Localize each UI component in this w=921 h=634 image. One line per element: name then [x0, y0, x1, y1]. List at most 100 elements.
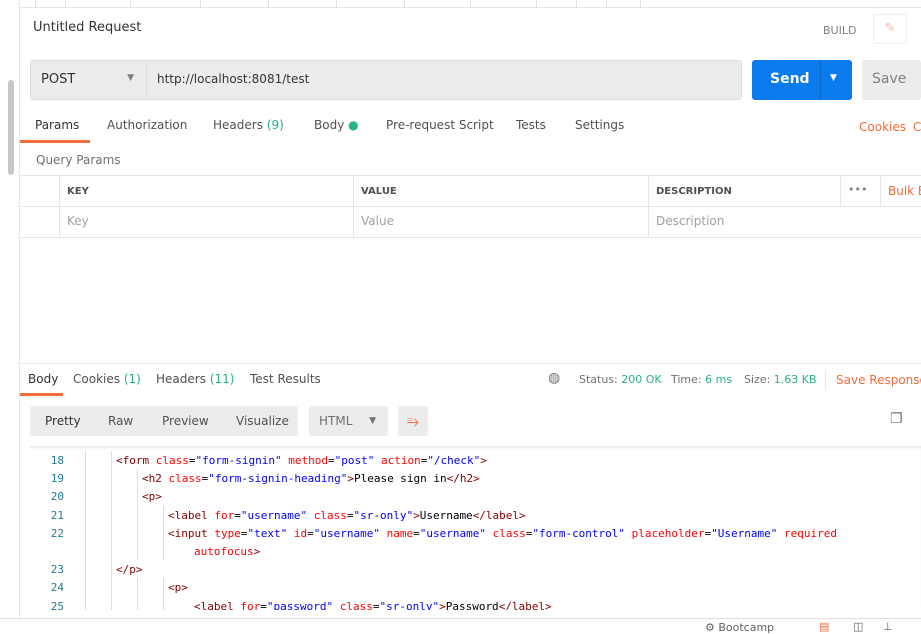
code-token: </p> — [116, 563, 143, 577]
pencil-icon[interactable]: ✎ — [873, 14, 907, 44]
code-token: > — [413, 508, 420, 522]
description-input[interactable]: Description — [648, 207, 921, 238]
indent-guide — [85, 560, 86, 579]
code-token: > — [347, 472, 354, 486]
code-token: class — [307, 508, 347, 522]
save-response-button[interactable]: Save Response — [836, 373, 921, 387]
pane-divider[interactable] — [20, 363, 921, 364]
indent-guide — [111, 505, 112, 524]
code-token: "text" — [247, 526, 288, 540]
indent-guide — [111, 451, 112, 470]
size-label: Size: — [744, 373, 771, 386]
indent-guide — [111, 596, 112, 610]
tab-tests[interactable]: Tests — [516, 118, 546, 132]
code-token: "password" — [266, 599, 334, 610]
table-row: Key Value Description — [20, 207, 921, 238]
code-token: "sr-only" — [379, 599, 440, 610]
indent-guide — [85, 596, 86, 610]
code-token: > — [439, 599, 446, 610]
table-header-row: KEY VALUE DESCRIPTION ••• Bulk E — [20, 176, 921, 207]
response-code-viewer[interactable]: 18 <form class="form-signin" method="post… — [30, 446, 921, 610]
url-input[interactable]: http://localhost:8081/test — [157, 72, 309, 86]
copy-icon[interactable]: ❐ — [890, 411, 903, 427]
tab-response-headers[interactable]: Headers (11) — [156, 372, 234, 386]
tab-settings[interactable]: Settings — [575, 118, 624, 132]
code-token: required — [777, 526, 837, 540]
indent-guide — [85, 523, 86, 542]
status-value: 200 OK — [621, 373, 662, 386]
line-number: 23 — [50, 563, 64, 577]
save-button[interactable]: Save — [862, 60, 921, 100]
indent-guide — [111, 560, 112, 579]
value-input[interactable]: Value — [353, 207, 648, 238]
bulk-edit-link[interactable]: Bulk E — [880, 176, 921, 207]
view-preview[interactable]: Preview — [162, 414, 209, 428]
status-bar: ⚙ Bootcamp ▤ ◫ ⊥ — [0, 618, 921, 634]
indent-guide — [137, 596, 138, 610]
tab-response-body[interactable]: Body — [20, 372, 63, 396]
format-select[interactable]: HTML ▼ — [309, 406, 388, 436]
tab-label: Body — [28, 372, 59, 386]
code-token: "post" — [334, 454, 375, 467]
request-title[interactable]: Untitled Request — [33, 20, 141, 35]
layout-icon[interactable]: ▤ — [819, 620, 829, 633]
tab-label: Headers — [213, 118, 263, 132]
cookies-link[interactable]: Cookies — [859, 120, 906, 134]
code-token: class — [168, 472, 202, 486]
tab-test-results[interactable]: Test Results — [250, 372, 321, 386]
code-line: <form class="form-signin" method="post" … — [116, 454, 487, 467]
tab-count: (11) — [209, 372, 235, 386]
description-header: DESCRIPTION — [648, 176, 840, 207]
indent-guide — [85, 505, 86, 524]
indent-guide — [111, 469, 112, 488]
code-token: <label — [168, 508, 215, 522]
tab-body[interactable]: Body ● — [314, 118, 359, 132]
scrollbar[interactable] — [8, 80, 14, 175]
tab-authorization[interactable]: Authorization — [107, 118, 187, 132]
code-token: name — [379, 526, 414, 540]
code-token: <h2 — [142, 472, 169, 486]
code-line: <h2 class="form-signin-heading">Please s… — [142, 472, 480, 485]
indent-guide — [163, 505, 164, 524]
code-token: "form-signin" — [195, 454, 282, 467]
tab-response-cookies[interactable]: Cookies (1) — [73, 372, 141, 386]
tab-params[interactable]: Params — [20, 118, 90, 143]
code-token: = — [234, 508, 241, 522]
view-raw[interactable]: Raw — [108, 414, 133, 428]
code-token: Username — [419, 508, 473, 522]
send-button[interactable]: Send ▼ — [752, 60, 852, 100]
tab-pre-request-script[interactable]: Pre-request Script — [386, 118, 494, 132]
key-header: KEY — [59, 176, 356, 207]
code-token: <input — [168, 526, 215, 540]
send-label: Send — [770, 71, 810, 87]
view-visualize[interactable]: Visualize — [236, 414, 289, 428]
code-line: <p> — [168, 581, 188, 594]
chevron-down-icon: ▼ — [369, 416, 376, 426]
two-pane-icon[interactable]: ◫ — [853, 620, 863, 633]
globe-icon[interactable]: ◍ — [548, 370, 560, 386]
code-token: = — [188, 454, 196, 467]
time-value: 6 ms — [705, 373, 733, 386]
view-pretty[interactable]: Pretty — [45, 414, 81, 428]
time-readout[interactable]: Time: 6 ms — [671, 373, 732, 386]
code-token: "form-control" — [532, 526, 626, 540]
key-input[interactable]: Key — [59, 207, 353, 238]
value-header: VALUE — [353, 176, 648, 207]
size-readout[interactable]: Size: 1.63 KB — [744, 373, 817, 386]
tab-strip[interactable] — [0, 0, 921, 8]
more-options-icon[interactable]: ••• — [840, 176, 876, 207]
help-icon[interactable]: ⊥ — [883, 620, 893, 633]
code-token: "Username" — [711, 526, 778, 540]
tab-headers[interactable]: Headers (9) — [213, 118, 284, 132]
method-select[interactable]: POST ▼ — [31, 61, 147, 99]
bootcamp-link[interactable]: ⚙ Bootcamp — [705, 621, 774, 634]
code-token: </label> — [498, 599, 552, 610]
code-link[interactable]: C — [913, 120, 921, 134]
status-readout[interactable]: Status: 200 OK — [579, 373, 662, 386]
tab-count: (1) — [123, 372, 141, 386]
query-params-title: Query Params — [36, 153, 121, 167]
send-options-chevron-icon[interactable]: ▼ — [830, 73, 837, 83]
wrap-lines-icon[interactable]: ⥱ — [398, 406, 428, 436]
code-token: </label> — [472, 508, 526, 522]
code-line: autofocus> — [194, 545, 260, 558]
